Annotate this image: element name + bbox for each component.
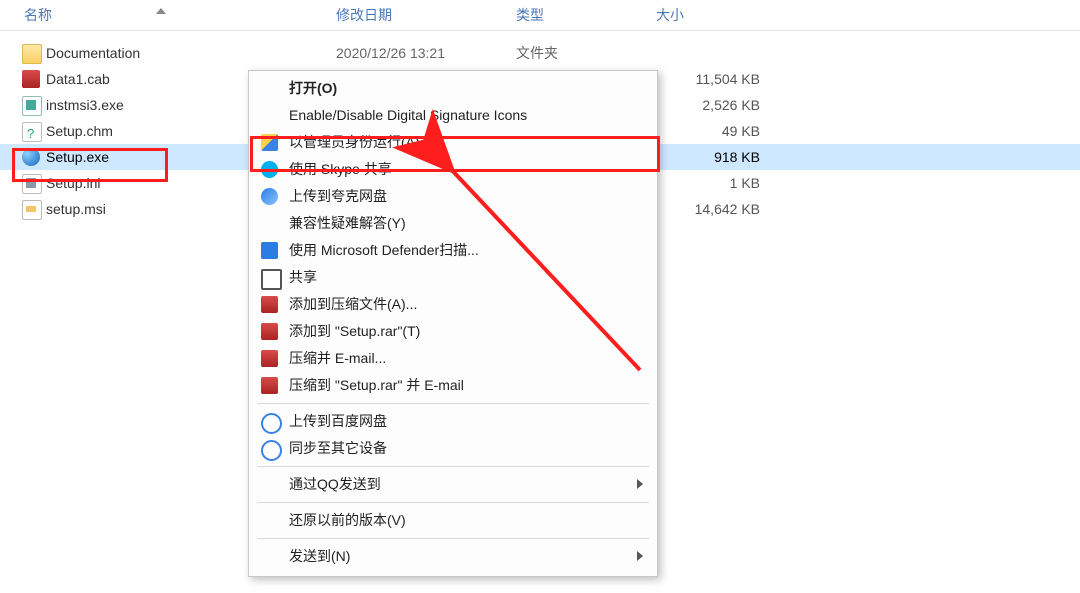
file-size: 11,504 KB [650,66,760,92]
menu-item[interactable]: 打开(O) [249,75,657,102]
menu-item[interactable]: 压缩到 "Setup.rar" 并 E-mail [249,372,657,399]
file-name: instmsi3.exe [46,92,124,118]
file-row[interactable]: Documentation 2020/12/26 13:21 文件夹 [0,40,1080,66]
file-name: Setup.exe [46,144,109,170]
menu-item-label: 压缩并 E-mail... [289,350,386,366]
context-menu: 打开(O) Enable/Disable Digital Signature Ic… [248,70,658,577]
menu-separator [257,538,649,539]
file-icon [22,70,40,88]
file-size: 2,526 KB [650,92,760,118]
shield-icon [261,134,278,151]
menu-item-label: 打开(O) [289,80,337,96]
menu-item-label: 上传到百度网盘 [289,413,387,429]
menu-item[interactable]: 同步至其它设备 [249,435,657,462]
menu-item-label: 共享 [289,269,317,285]
menu-item[interactable]: 发送到(N) [249,543,657,570]
submenu-arrow-icon [637,479,643,489]
menu-item-label: 同步至其它设备 [289,440,387,456]
file-name: setup.msi [46,196,106,222]
menu-item-label: Enable/Disable Digital Signature Icons [289,107,527,123]
file-icon [22,200,42,220]
submenu-arrow-icon [637,551,643,561]
menu-item-label: 使用 Skype 共享 [289,161,392,177]
file-size: 14,642 KB [650,196,760,222]
menu-item-label: 通过QQ发送到 [289,476,381,492]
menu-item[interactable]: 还原以前的版本(V) [249,507,657,534]
column-header-size[interactable]: 大小 [650,0,776,30]
baidu-icon [261,413,282,434]
column-header-type[interactable]: 类型 [510,0,646,30]
file-icon [22,96,42,116]
menu-item-label: 添加到压缩文件(A)... [289,296,417,312]
share-icon [261,269,282,290]
menu-item-label: 压缩到 "Setup.rar" 并 E-mail [289,377,464,393]
file-icon [22,148,40,166]
baidu-icon [261,440,282,461]
file-size: 49 KB [650,118,760,144]
menu-item-label: 发送到(N) [289,548,350,564]
file-icon [22,44,42,64]
rar-icon [261,296,278,313]
file-icon [22,122,42,142]
file-size: 918 KB [650,144,760,170]
cloud-icon [261,188,278,205]
file-date: 2020/12/26 13:21 [336,40,445,66]
menu-item[interactable]: 添加到压缩文件(A)... [249,291,657,318]
column-header-bar: 名称 修改日期 类型 大小 [0,0,1080,31]
menu-item[interactable]: 以管理员身份运行(A) [249,129,657,156]
def-icon [261,242,278,259]
file-name: Documentation [46,40,140,66]
menu-item[interactable]: Enable/Disable Digital Signature Icons [249,102,657,129]
file-icon [22,174,42,194]
menu-separator [257,403,649,404]
column-header-date[interactable]: 修改日期 [330,0,506,30]
menu-item[interactable]: 上传到百度网盘 [249,408,657,435]
file-name: Setup.ini [46,170,100,196]
rar-icon [261,377,278,394]
menu-item-label: 以管理员身份运行(A) [289,134,420,150]
menu-item-label: 添加到 "Setup.rar"(T) [289,323,420,339]
column-header-name[interactable]: 名称 [18,0,314,30]
file-type: 文件夹 [516,40,558,66]
menu-item[interactable]: 使用 Skype 共享 [249,156,657,183]
file-name: Setup.chm [46,118,113,144]
menu-item[interactable]: 压缩并 E-mail... [249,345,657,372]
menu-item[interactable]: 兼容性疑难解答(Y) [249,210,657,237]
menu-item[interactable]: 通过QQ发送到 [249,471,657,498]
file-size: 1 KB [650,170,760,196]
rar-icon [261,350,278,367]
menu-item[interactable]: 上传到夸克网盘 [249,183,657,210]
skype-icon [261,161,278,178]
menu-item[interactable]: 共享 [249,264,657,291]
menu-item[interactable]: 添加到 "Setup.rar"(T) [249,318,657,345]
menu-item-label: 使用 Microsoft Defender扫描... [289,242,479,258]
menu-item-label: 还原以前的版本(V) [289,512,406,528]
rar-icon [261,323,278,340]
menu-separator [257,502,649,503]
sort-ascending-icon [156,8,166,14]
menu-item-label: 上传到夸克网盘 [289,188,387,204]
file-name: Data1.cab [46,66,110,92]
menu-item[interactable]: 使用 Microsoft Defender扫描... [249,237,657,264]
menu-separator [257,466,649,467]
menu-item-label: 兼容性疑难解答(Y) [289,215,406,231]
